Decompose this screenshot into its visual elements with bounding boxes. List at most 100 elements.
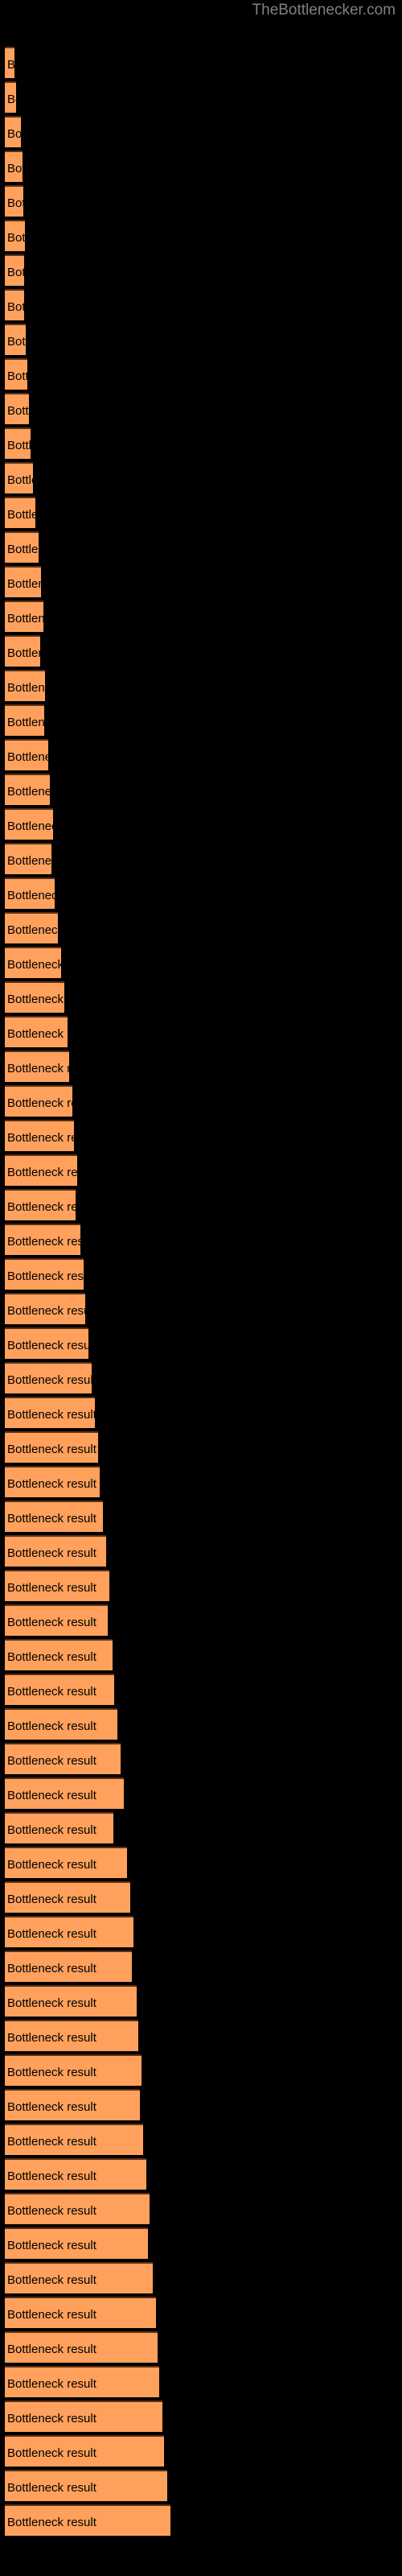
bar-label: Bottleneck result xyxy=(7,2412,96,2425)
bar[interactable]: Bottleneck result xyxy=(5,1224,80,1255)
bar[interactable]: Bottleneck result xyxy=(5,1916,133,1947)
bar[interactable]: Bottleneck result xyxy=(5,497,35,528)
bar[interactable]: Bottleneck result xyxy=(5,1397,95,1428)
bar[interactable]: Bottleneck result xyxy=(5,1016,68,1047)
bar[interactable]: Bottleneck result xyxy=(5,220,25,251)
bar-label: Bottleneck result xyxy=(7,1131,74,1145)
bar[interactable]: Bottleneck result xyxy=(5,947,61,978)
bar-label: Bottleneck result xyxy=(7,1235,80,1249)
bar[interactable]: Bottleneck result xyxy=(5,2054,142,2086)
bar[interactable]: Bottleneck result xyxy=(5,1881,130,1913)
bar[interactable]: Bottleneck result xyxy=(5,1847,127,1878)
bar[interactable]: Bottleneck result xyxy=(5,254,24,286)
bar[interactable]: Bottleneck result xyxy=(5,1985,137,2017)
bar-label: Bottleneck result xyxy=(7,2481,96,2495)
bar[interactable]: Bottleneck result xyxy=(5,808,53,840)
bar[interactable]: Bottleneck result xyxy=(5,2435,164,2467)
bar-label: Bottleneck result xyxy=(7,1166,77,1179)
bar[interactable]: Bottleneck result xyxy=(5,531,39,563)
bar[interactable]: Bottleneck result xyxy=(5,2262,153,2293)
bar-label: Bottleneck result xyxy=(7,958,61,972)
bar[interactable]: Bottleneck result xyxy=(5,1189,76,1220)
bar-label: Bottleneck result xyxy=(7,1996,96,2010)
bar[interactable]: Bottleneck result xyxy=(5,1535,106,1567)
bottleneck-bar-chart: TheBottlenecker.com Bottleneck resultBot… xyxy=(0,0,402,2576)
bar[interactable]: Bottleneck result xyxy=(5,1570,109,1601)
bar[interactable]: Bottleneck result xyxy=(5,704,44,736)
bar[interactable]: Bottleneck result xyxy=(5,912,58,943)
bar[interactable]: Bottleneck result xyxy=(5,670,45,701)
bar[interactable]: Bottleneck result xyxy=(5,2401,162,2432)
bar-label: Bottleneck result xyxy=(7,854,51,868)
bar[interactable]: Bottleneck result xyxy=(5,289,24,320)
bar[interactable]: Bottleneck result xyxy=(5,1327,88,1359)
bar-label: Bottleneck result xyxy=(7,819,53,833)
bar-label: Bottleneck result xyxy=(7,785,50,799)
bar[interactable]: Bottleneck result xyxy=(5,47,14,78)
bar[interactable]: Bottleneck result xyxy=(5,1258,84,1290)
bar-label: Bottleneck result xyxy=(7,1408,95,1422)
bar-label: Bottleneck result xyxy=(7,1927,96,1941)
bar[interactable]: Bottleneck result xyxy=(5,1362,92,1393)
bar[interactable]: Bottleneck result xyxy=(5,1743,121,1774)
bar-label: Bottleneck result xyxy=(7,612,43,625)
bar-label: Bottleneck result xyxy=(7,1339,88,1352)
bar-label: Bottleneck result xyxy=(7,993,64,1006)
bar[interactable]: Bottleneck result xyxy=(5,1466,100,1497)
bar-label: Bottleneck result xyxy=(7,2239,96,2252)
bar[interactable]: Bottleneck result xyxy=(5,2504,170,2536)
bar[interactable]: Bottleneck result xyxy=(5,2089,140,2120)
bar[interactable]: Bottleneck result xyxy=(5,358,27,390)
bar[interactable]: Bottleneck result xyxy=(5,2227,148,2259)
bar[interactable]: Bottleneck result xyxy=(5,185,23,217)
bars-layer: Bottleneck result Bottleneck result Bottle… xyxy=(0,0,402,2576)
bar[interactable]: Bottleneck result xyxy=(5,1085,72,1117)
bar[interactable]: Bottleneck result xyxy=(5,1708,117,1740)
bar[interactable]: Bottleneck result xyxy=(5,774,50,805)
bar[interactable]: Bottleneck result xyxy=(5,324,26,355)
bar-label: Bottleneck result xyxy=(7,48,14,78)
bar[interactable]: Bottleneck result xyxy=(5,1639,113,1670)
bar-label: Bottleneck result xyxy=(7,646,40,660)
bar[interactable]: Bottleneck result xyxy=(5,116,21,147)
bar[interactable]: Bottleneck result xyxy=(5,635,40,667)
bar[interactable]: Bottleneck result xyxy=(5,2124,143,2155)
bar[interactable]: Bottleneck result xyxy=(5,981,64,1013)
bar[interactable]: Bottleneck result xyxy=(5,843,51,874)
bar-label: Bottleneck result xyxy=(7,1443,96,1456)
bar[interactable]: Bottleneck result xyxy=(5,601,43,632)
bar[interactable]: Bottleneck result xyxy=(5,1604,108,1636)
bar[interactable]: Bottleneck result xyxy=(5,2297,156,2328)
bar[interactable]: Bottleneck result xyxy=(5,1293,85,1324)
bar-label: Bottleneck result xyxy=(7,1789,96,1802)
bar[interactable]: Bottleneck result xyxy=(5,393,29,424)
bar-label: Bottleneck result xyxy=(7,1200,76,1214)
bar[interactable]: Bottleneck result xyxy=(5,462,33,493)
bar[interactable]: Bottleneck result xyxy=(5,2470,167,2501)
bar[interactable]: Bottleneck result xyxy=(5,1154,77,1186)
bar[interactable]: Bottleneck result xyxy=(5,1812,113,1843)
bar[interactable]: Bottleneck result xyxy=(5,2366,159,2397)
bar-label: Bottleneck result xyxy=(7,508,35,522)
bar[interactable]: Bottleneck result xyxy=(5,1051,69,1082)
bar[interactable]: Bottleneck result xyxy=(5,1951,132,1982)
bar[interactable]: Bottleneck result xyxy=(5,1674,114,1705)
bar[interactable]: Bottleneck result xyxy=(5,566,41,597)
bar-label: Bottleneck result xyxy=(7,2066,96,2079)
bar[interactable]: Bottleneck result xyxy=(5,1777,124,1809)
bar[interactable]: Bottleneck result xyxy=(5,427,31,459)
bar[interactable]: Bottleneck result xyxy=(5,2158,146,2190)
bar[interactable]: Bottleneck result xyxy=(5,1501,103,1532)
bar-label: Bottleneck result xyxy=(7,1062,69,1075)
bar[interactable]: Bottleneck result xyxy=(5,81,16,113)
bar[interactable]: Bottleneck result xyxy=(5,2331,158,2363)
bar[interactable]: Bottleneck result xyxy=(5,739,48,770)
bar[interactable]: Bottleneck result xyxy=(5,1120,74,1151)
bar[interactable]: Bottleneck result xyxy=(5,2193,150,2224)
bar-label: Bottleneck result xyxy=(7,2169,96,2183)
bar[interactable]: Bottleneck result xyxy=(5,1431,98,1463)
bar-label: Bottleneck result xyxy=(7,1581,96,1595)
bar[interactable]: Bottleneck result xyxy=(5,877,55,909)
bar[interactable]: Bottleneck result xyxy=(5,151,23,182)
bar[interactable]: Bottleneck result xyxy=(5,2020,138,2051)
